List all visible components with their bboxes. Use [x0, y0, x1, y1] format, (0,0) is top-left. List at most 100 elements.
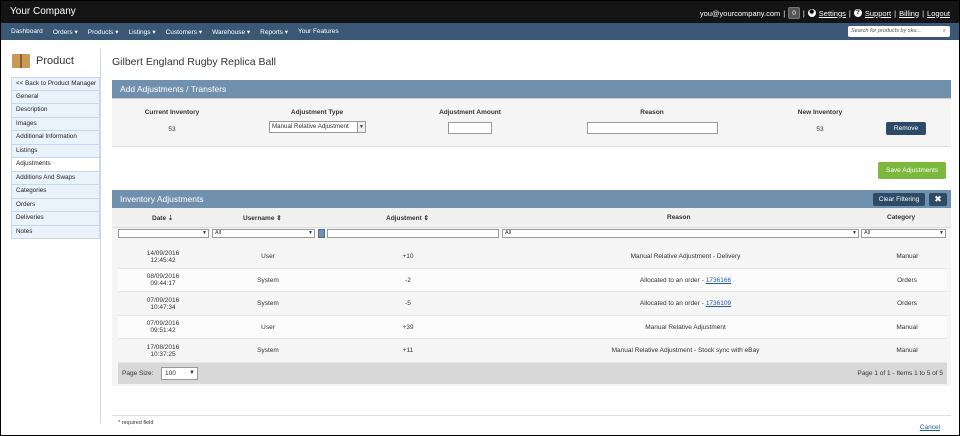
adjustment-amount-input[interactable]: [448, 122, 492, 134]
adjustment-cell: +11: [402, 347, 414, 354]
nav-your-features[interactable]: Your Features: [298, 28, 339, 35]
reason-cell: Allocated to an order -1736109: [639, 300, 732, 307]
adjustment-filter-operator[interactable]: [318, 229, 325, 238]
col-adjustment-amount: Adjustment Amount: [439, 109, 501, 116]
nav-orders[interactable]: Orders ▾: [53, 28, 78, 36]
category-cell: Orders: [897, 276, 917, 284]
new-inventory-value: 53: [816, 126, 824, 133]
header-adjustment[interactable]: Adjustment ⇕: [386, 214, 429, 222]
sidebar-item-additions-and-swaps[interactable]: Additions And Swaps: [11, 171, 100, 185]
inventory-grid: Date ⇣ Username ⇕ Adjustment ⇕ Reason Ca…: [112, 208, 951, 386]
current-inventory-value: 53: [168, 126, 176, 133]
username-cell: System: [257, 276, 279, 284]
notification-count[interactable]: 0: [788, 7, 800, 19]
table-row: 17/08/2016 10:37:25 System +11 Manual Rel…: [118, 339, 947, 363]
reason-cell: Manual Relative Adjustment - Delivery: [630, 253, 741, 260]
adjustment-filter-input[interactable]: [327, 229, 499, 238]
product-header: Product: [11, 49, 100, 77]
support-link[interactable]: Support: [865, 9, 891, 18]
settings-link[interactable]: Settings: [819, 9, 846, 18]
nav-warehouse[interactable]: Warehouse ▾: [212, 28, 250, 36]
username-cell: User: [261, 253, 275, 260]
collapse-icon[interactable]: ✖: [929, 193, 947, 206]
sidebar-item-listings[interactable]: Listings: [11, 144, 100, 158]
product-title: Product: [36, 55, 74, 67]
category-cell: Manual: [896, 347, 918, 354]
main-nav: Dashboard Orders ▾ Products ▾ Listings ▾…: [1, 23, 959, 40]
save-adjustments-button[interactable]: Save Adjustments: [878, 162, 946, 179]
nav-listings[interactable]: Listings ▾: [128, 28, 155, 36]
chevron-down-icon: ▼: [852, 230, 857, 236]
category-cell: Manual: [896, 253, 918, 260]
page-size-select[interactable]: 100 ▼: [161, 367, 198, 380]
nav-products[interactable]: Products ▾: [88, 28, 119, 36]
logout-link[interactable]: Logout: [927, 9, 950, 18]
date-cell: 07/09/2016 09:51:42: [146, 320, 180, 334]
header-reason: Reason: [667, 214, 691, 221]
brand-name[interactable]: Your Company: [10, 6, 76, 17]
header-date[interactable]: Date ⇣: [152, 214, 173, 222]
billing-link[interactable]: Billing: [899, 9, 919, 18]
category-cell: Manual: [896, 323, 918, 331]
chevron-down-icon: ▼: [189, 370, 195, 376]
gear-icon[interactable]: ✹: [807, 9, 816, 17]
sidebar-item-additional-information[interactable]: Additional Information: [11, 131, 100, 145]
sidebar-item-description[interactable]: Description: [11, 104, 100, 118]
page-title: Gilbert England Rugby Replica Ball: [112, 56, 277, 68]
sidebar-item-notes[interactable]: Notes: [11, 225, 100, 239]
add-adjustment-form: Current Inventory Adjustment Type Adjust…: [112, 99, 951, 147]
sku-search-input[interactable]: Search for products by sku... ⌕: [848, 26, 950, 37]
sidebar-item-orders[interactable]: Orders: [11, 198, 100, 212]
order-link[interactable]: 1736109: [706, 300, 731, 307]
reason-input[interactable]: [587, 122, 718, 134]
page-size-label: Page Size:: [122, 370, 154, 377]
inventory-adjustments-panel-header: Inventory Adjustments Clear Filtering ✖: [112, 190, 951, 210]
nav-customers[interactable]: Customers ▾: [166, 28, 203, 36]
reason-filter-select[interactable]: All ▼: [502, 229, 859, 238]
help-icon[interactable]: ?: [853, 9, 862, 17]
adjustment-cell: +10: [402, 253, 414, 260]
table-row: 07/09/2016 10:47:34 System -5 Allocated t…: [118, 292, 947, 316]
product-box-icon: [12, 54, 30, 68]
nav-dashboard[interactable]: Dashboard: [11, 28, 43, 35]
chevron-down-icon: ▼: [939, 230, 944, 236]
date-filter-select[interactable]: ▼: [118, 229, 209, 238]
grid-header: Date ⇣ Username ⇕ Adjustment ⇕ Reason Ca…: [112, 208, 951, 228]
required-field-note: * required field: [118, 420, 154, 426]
user-bar: you@yourcompany.com | 0 | ✹ Settings | ?…: [699, 7, 950, 19]
order-link[interactable]: 1736166: [706, 277, 731, 284]
category-cell: Orders: [897, 300, 917, 307]
sidebar-item-images[interactable]: Images: [11, 117, 100, 131]
username-cell: System: [257, 347, 279, 354]
product-sidebar: Product << Back to Product Manager Gener…: [11, 49, 101, 423]
grid-pager: Page Size: 100 ▼ Page 1 of 1 - Items 1 t…: [118, 363, 947, 384]
sidebar-item-back[interactable]: << Back to Product Manager: [11, 77, 100, 91]
chevron-down-icon: ▼: [357, 122, 365, 132]
col-new-inventory: New Inventory: [797, 109, 843, 116]
nav-reports[interactable]: Reports ▾: [260, 28, 288, 36]
table-row: 14/09/2016 12:45:42 User +10 Manual Relat…: [118, 245, 947, 269]
filter-row: ▼ All ▼ All ▼ All ▼: [112, 228, 951, 240]
header-category: Category: [887, 214, 916, 221]
remove-button[interactable]: Remove: [886, 122, 926, 135]
sidebar-item-general[interactable]: General: [11, 90, 100, 104]
reason-cell: Manual Relative Adjustment - Stock sync …: [611, 347, 760, 354]
sidebar-item-deliveries[interactable]: Deliveries: [11, 212, 100, 226]
username-cell: System: [257, 300, 279, 307]
username-cell: User: [261, 323, 275, 331]
search-icon[interactable]: ⌕: [943, 27, 946, 36]
table-row: 07/09/2016 09:51:42 User +39 Manual Relat…: [118, 315, 947, 339]
adjustment-cell: +39: [402, 323, 414, 331]
footer-divider: [112, 415, 951, 416]
header-username[interactable]: Username ⇕: [243, 214, 282, 222]
adjustment-cell: -5: [405, 300, 411, 307]
clear-filtering-button[interactable]: Clear Filtering: [873, 193, 925, 206]
username-filter-select[interactable]: All ▼: [212, 229, 315, 238]
sidebar-item-categories[interactable]: Categories: [11, 185, 100, 199]
adjustment-type-select[interactable]: Manual Relative Adjustment ▼: [269, 121, 366, 133]
col-current-inventory: Current Inventory: [144, 109, 200, 116]
chevron-down-icon: ▼: [202, 230, 207, 236]
sidebar-item-adjustments[interactable]: Adjustments: [11, 158, 100, 172]
category-filter-select[interactable]: All ▼: [861, 229, 946, 238]
cancel-link[interactable]: Cancel: [920, 424, 940, 431]
